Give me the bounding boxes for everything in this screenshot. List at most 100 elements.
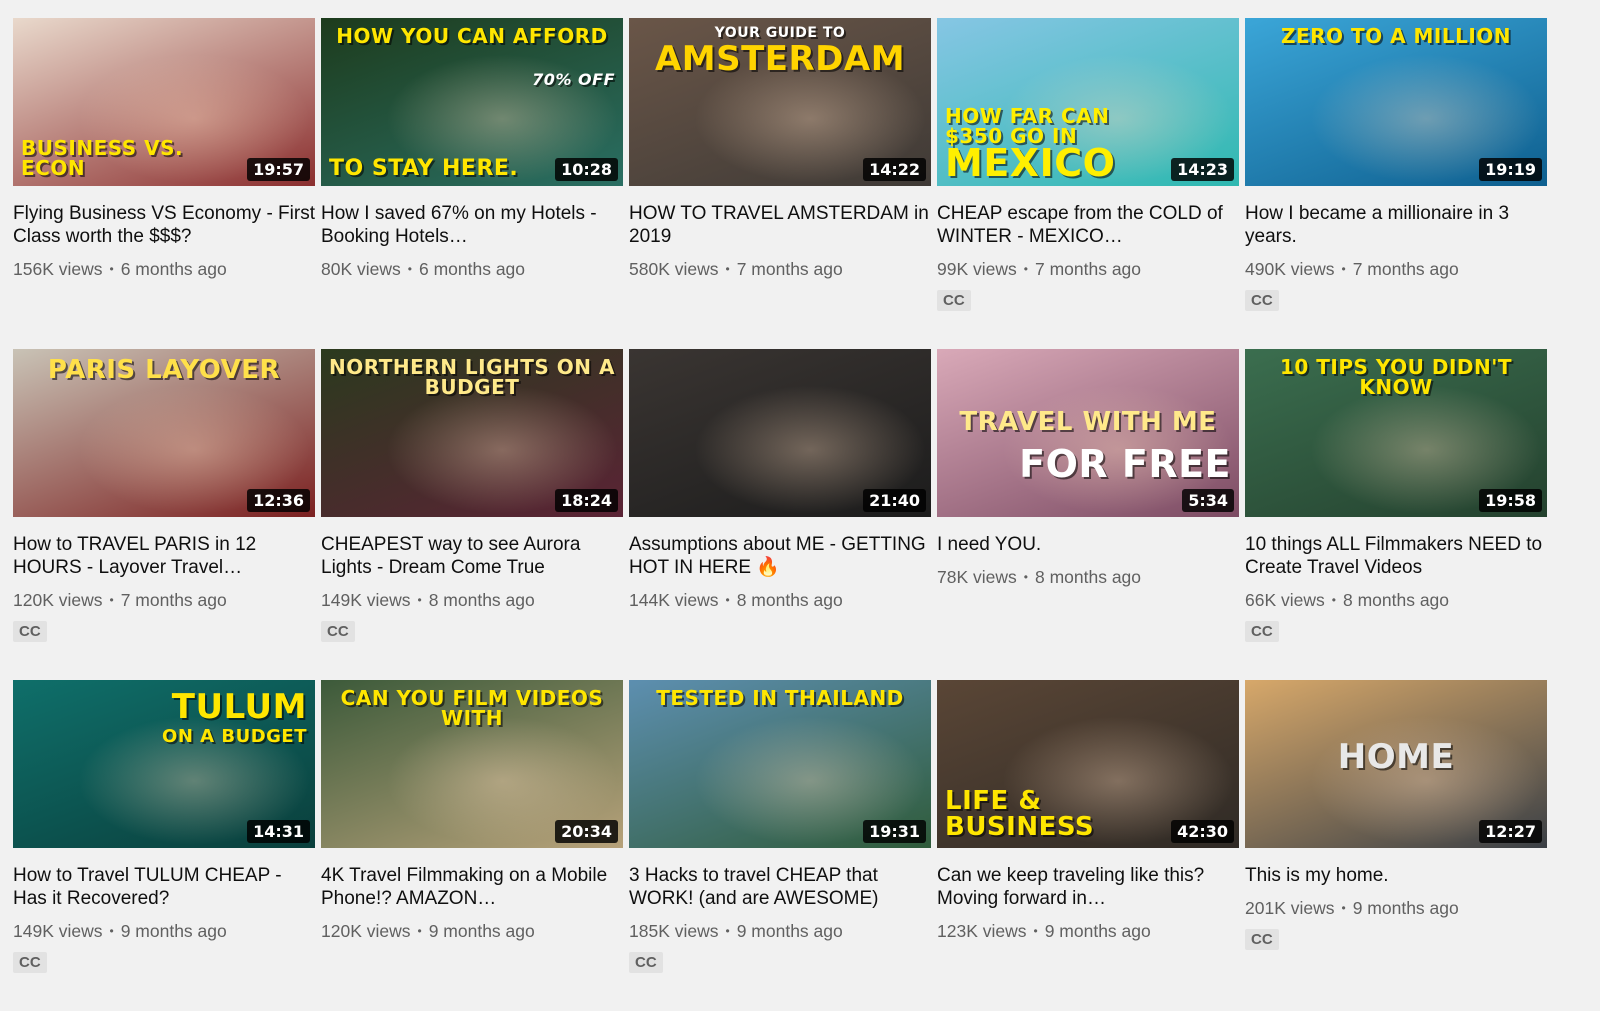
video-title[interactable]: How I became a millionaire in 3 years.: [1245, 202, 1547, 248]
view-count: 123K views: [937, 921, 1027, 941]
video-thumbnail[interactable]: PARIS LAYOVER 12:36: [13, 349, 315, 517]
video-card[interactable]: 21:40 Assumptions about ME - GETTING HOT …: [629, 349, 931, 680]
separator-dot: •: [109, 593, 114, 607]
video-title[interactable]: Assumptions about ME - GETTING HOT IN HE…: [629, 533, 931, 579]
video-thumbnail[interactable]: CAN YOU FILM VIDEOS WITH 20:34: [321, 680, 623, 848]
video-duration: 10:28: [555, 158, 618, 181]
view-count: 78K views: [937, 567, 1017, 587]
video-title[interactable]: 10 things ALL Filmmakers NEED to Create …: [1245, 533, 1547, 579]
separator-dot: •: [725, 262, 730, 276]
video-thumbnail[interactable]: TULUM ON A BUDGET 14:31: [13, 680, 315, 848]
video-card[interactable]: CAN YOU FILM VIDEOS WITH 20:34 4K Travel F…: [321, 680, 623, 1011]
upload-age: 7 months ago: [120, 590, 227, 610]
video-duration: 19:19: [1479, 158, 1542, 181]
video-thumbnail[interactable]: ZERO TO A MILLION 19:19: [1245, 18, 1547, 186]
video-title[interactable]: How to TRAVEL PARIS in 12 HOURS - Layove…: [13, 533, 315, 579]
video-card[interactable]: TRAVEL WITH ME for FREE 5:34 I need YOU. 78K…: [937, 349, 1239, 680]
video-thumbnail[interactable]: LIFE & BUSINESS 42:30: [937, 680, 1239, 848]
video-title[interactable]: Can we keep traveling like this? Moving …: [937, 864, 1239, 910]
video-card[interactable]: HOW FAR CAN $350 GO IN MEXICO 14:23 CHEAP e…: [937, 18, 1239, 349]
thumbnail-overlay-subtext: ON A BUDGET: [162, 726, 307, 747]
closed-captions-badge: CC: [13, 621, 47, 642]
separator-dot: •: [1341, 262, 1346, 276]
thumbnail-overlay-subtext: for FREE: [1019, 442, 1231, 486]
upload-age: 9 months ago: [428, 921, 535, 941]
upload-age: 7 months ago: [1352, 259, 1459, 279]
video-thumbnail[interactable]: HOME 12:27: [1245, 680, 1547, 848]
video-thumbnail[interactable]: HOW FAR CAN $350 GO IN MEXICO 14:23: [937, 18, 1239, 186]
video-card[interactable]: PARIS LAYOVER 12:36 How to TRAVEL PARIS in…: [13, 349, 315, 680]
video-title[interactable]: How I saved 67% on my Hotels - Booking H…: [321, 202, 623, 248]
video-card[interactable]: TESTED IN THAILAND 19:31 3 Hacks to travel…: [629, 680, 931, 1011]
separator-dot: •: [1033, 924, 1038, 938]
video-card[interactable]: 10 TIPS YOU DIDN'T KNOW 19:58 10 things AL…: [1245, 349, 1547, 680]
thumbnail-overlay-text: LIFE & BUSINESS: [945, 786, 1095, 842]
upload-age: 9 months ago: [120, 921, 227, 941]
video-duration: 18:24: [555, 489, 618, 512]
video-duration: 42:30: [1171, 820, 1234, 843]
thumbnail-overlay-text: TESTED IN THAILAND: [656, 686, 904, 710]
video-metadata: 144K views • 8 months ago: [629, 590, 931, 611]
video-grid: BUSINESS VS. ECON 19:57 Flying Business VS…: [13, 18, 1547, 1011]
video-thumbnail[interactable]: BUSINESS VS. ECON 19:57: [13, 18, 315, 186]
video-thumbnail[interactable]: NORTHERN LIGHTS ON A BUDGET 18:24: [321, 349, 623, 517]
separator-dot: •: [725, 593, 730, 607]
video-card[interactable]: YOUR GUIDE TO AMSTERDAM 14:22 HOW TO TRAVEL…: [629, 18, 931, 349]
thumbnail-overlay-text: HOME: [1337, 737, 1455, 777]
video-duration: 19:58: [1479, 489, 1542, 512]
view-count: 149K views: [321, 590, 411, 610]
separator-dot: •: [1331, 593, 1336, 607]
video-title[interactable]: This is my home.: [1245, 864, 1547, 887]
video-title[interactable]: CHEAP escape from the COLD of WINTER - M…: [937, 202, 1239, 248]
video-title[interactable]: How to Travel TULUM CHEAP - Has it Recov…: [13, 864, 315, 910]
video-thumbnail[interactable]: 21:40: [629, 349, 931, 517]
video-card[interactable]: LIFE & BUSINESS 42:30 Can we keep travelin…: [937, 680, 1239, 1011]
video-duration: 19:57: [247, 158, 310, 181]
view-count: 80K views: [321, 259, 401, 279]
video-thumbnail[interactable]: 10 TIPS YOU DIDN'T KNOW 19:58: [1245, 349, 1547, 517]
separator-dot: •: [725, 924, 730, 938]
view-count: 490K views: [1245, 259, 1335, 279]
video-title[interactable]: I need YOU.: [937, 533, 1239, 556]
video-title[interactable]: 3 Hacks to travel CHEAP that WORK! (and …: [629, 864, 931, 910]
upload-age: 6 months ago: [418, 259, 526, 279]
video-card[interactable]: ZERO TO A MILLION 19:19 How I became a mil…: [1245, 18, 1547, 349]
closed-captions-badge: CC: [937, 290, 971, 311]
video-card[interactable]: HOW YOU CAN AFFORD TO STAY HERE. 70% OFF 10…: [321, 18, 623, 349]
upload-age: 7 months ago: [1034, 259, 1142, 279]
upload-age: 9 months ago: [1044, 921, 1151, 941]
upload-age: 8 months ago: [1034, 567, 1142, 587]
video-metadata: 123K views • 9 months ago: [937, 921, 1239, 942]
upload-age: 8 months ago: [428, 590, 535, 610]
video-title[interactable]: 4K Travel Filmmaking on a Mobile Phone!?…: [321, 864, 623, 910]
video-card[interactable]: HOME 12:27 This is my home. 201K views • 9 mo…: [1245, 680, 1547, 1011]
video-metadata: 156K views • 6 months ago: [13, 259, 315, 280]
video-title[interactable]: Flying Business VS Economy - First Class…: [13, 202, 315, 248]
view-count: 580K views: [629, 259, 719, 279]
video-card[interactable]: NORTHERN LIGHTS ON A BUDGET 18:24 CHEAPEST…: [321, 349, 623, 680]
closed-captions-badge: CC: [1245, 290, 1279, 311]
video-title[interactable]: CHEAPEST way to see Aurora Lights - Drea…: [321, 533, 623, 579]
thumbnail-overlay-text: NORTHERN LIGHTS ON A BUDGET: [329, 355, 615, 399]
video-title[interactable]: HOW TO TRAVEL AMSTERDAM in 2019: [629, 202, 931, 248]
view-count: 201K views: [1245, 898, 1335, 918]
video-duration: 14:31: [247, 820, 310, 843]
video-card[interactable]: TULUM ON A BUDGET 14:31 How to Travel TULUM…: [13, 680, 315, 1011]
closed-captions-badge: CC: [1245, 929, 1279, 950]
video-card[interactable]: BUSINESS VS. ECON 19:57 Flying Business VS…: [13, 18, 315, 349]
upload-age: 7 months ago: [736, 259, 843, 279]
video-thumbnail[interactable]: TRAVEL WITH ME for FREE 5:34: [937, 349, 1239, 517]
separator-dot: •: [1341, 901, 1346, 915]
closed-captions-badge: CC: [321, 621, 355, 642]
video-duration: 21:40: [863, 489, 926, 512]
separator-dot: •: [417, 924, 422, 938]
view-count: 120K views: [13, 590, 103, 610]
closed-captions-badge: CC: [13, 952, 47, 973]
thumbnail-overlay-subtext: TO STAY HERE.: [329, 156, 519, 181]
video-thumbnail[interactable]: YOUR GUIDE TO AMSTERDAM 14:22: [629, 18, 931, 186]
video-metadata: 149K views • 9 months ago: [13, 921, 315, 942]
video-thumbnail[interactable]: TESTED IN THAILAND 19:31: [629, 680, 931, 848]
video-thumbnail[interactable]: HOW YOU CAN AFFORD TO STAY HERE. 70% OFF 10…: [321, 18, 623, 186]
separator-dot: •: [407, 262, 412, 276]
video-metadata: 120K views • 9 months ago: [321, 921, 623, 942]
